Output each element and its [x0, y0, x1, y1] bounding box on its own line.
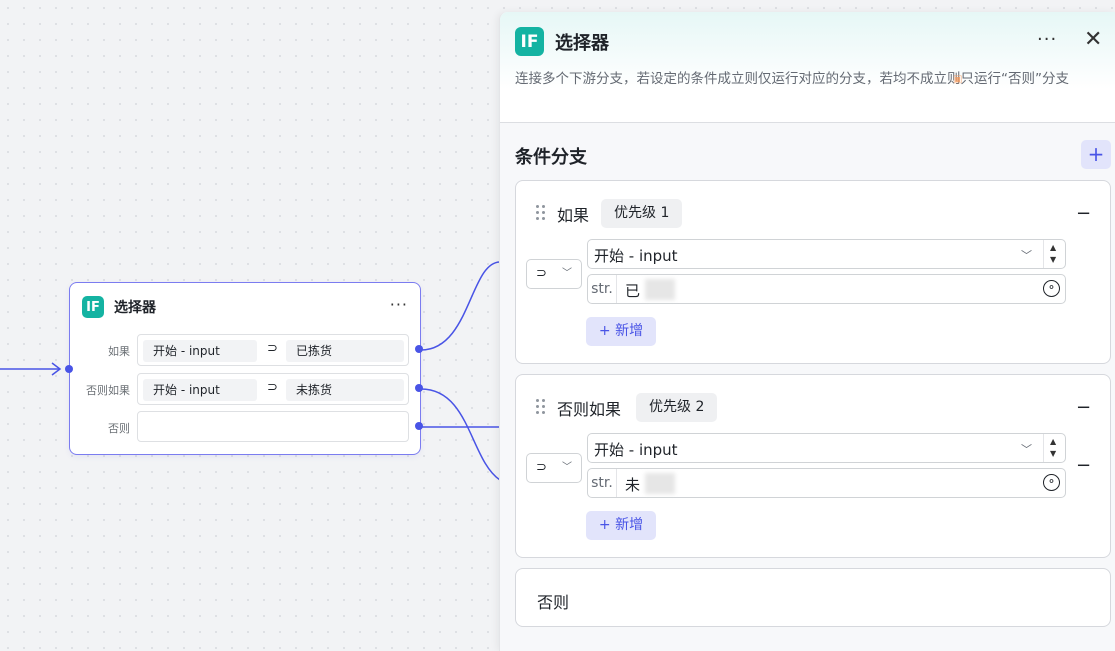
variable-select[interactable]: 开始 - input ﹀ ▲ ▼: [587, 239, 1066, 269]
branch-card-elseif: 否则如果 优先级 2 − − ⊃ ﹀ 开始 - input ﹀ ▲ ▼ str. …: [515, 374, 1111, 558]
node-row-elseif: 否则如果 开始 - input ⊃ 未拣货: [70, 373, 422, 405]
branch-label: 如果: [557, 206, 590, 225]
chevron-down-icon: ﹀: [1021, 249, 1032, 262]
priority-badge: 优先级 2: [636, 393, 718, 422]
contains-operator: ⊃: [267, 380, 278, 395]
priority-badge: 优先级 1: [601, 199, 683, 228]
remove-branch-icon[interactable]: −: [1076, 205, 1091, 223]
if-icon: IF: [82, 296, 104, 318]
variable-value: 开始 - input: [594, 441, 678, 459]
node-row-if: 如果 开始 - input ⊃ 已拣货: [70, 334, 422, 366]
type-tag: str.: [588, 275, 617, 303]
row-label: 否则如果: [86, 384, 130, 397]
panel-header: IF 选择器 ··· ✕ 连接多个下游分支，若设定的条件成立则仅运行对应的分支，…: [500, 12, 1115, 123]
condition-box[interactable]: 开始 - input ⊃ 未拣货: [137, 373, 409, 405]
output-port-if[interactable]: [415, 345, 423, 353]
close-icon[interactable]: ✕: [1084, 28, 1102, 52]
condition-box[interactable]: 开始 - input ⊃ 已拣货: [137, 334, 409, 366]
panel-title: 选择器: [555, 33, 609, 54]
operator-select[interactable]: ⊃ ﹀: [526, 453, 582, 483]
edge-if: [420, 261, 501, 351]
selector-config-panel: IF 选择器 ··· ✕ 连接多个下游分支，若设定的条件成立则仅运行对应的分支，…: [499, 12, 1115, 651]
contains-operator: ⊃: [267, 341, 278, 356]
input-port[interactable]: [65, 365, 73, 373]
variable-value: 开始 - input: [594, 247, 678, 265]
add-branch-button[interactable]: +: [1081, 140, 1111, 169]
value-input[interactable]: str. 已 ⚬: [587, 274, 1066, 304]
variable-icon[interactable]: ⚬: [1043, 280, 1060, 297]
more-icon[interactable]: ···: [1037, 31, 1057, 49]
variable-select[interactable]: 开始 - input ﹀ ▲ ▼: [587, 433, 1066, 463]
watermark-icon: ▣: [953, 74, 963, 85]
chevron-down-icon: ﹀: [1021, 443, 1032, 456]
add-condition-button[interactable]: + 新增: [586, 317, 656, 346]
chevron-down-icon: ﹀: [562, 268, 572, 279]
add-condition-button[interactable]: + 新增: [586, 511, 656, 540]
variable-icon[interactable]: ⚬: [1043, 474, 1060, 491]
panel-description: 连接多个下游分支，若设定的条件成立则仅运行对应的分支，若均不成立则只运行“否则”…: [515, 71, 1069, 87]
row-label: 如果: [108, 345, 130, 358]
selector-node[interactable]: IF 选择器 ··· 如果 开始 - input ⊃ 已拣货 否则如果 开始 -…: [65, 282, 423, 455]
condition-variable: 开始 - input: [143, 379, 257, 401]
else-label: 否则: [537, 593, 570, 612]
chevron-down-icon: ﹀: [562, 462, 572, 473]
value-text: 未: [625, 476, 641, 494]
row-label: 否则: [108, 422, 130, 435]
node-title: 选择器: [114, 300, 156, 316]
stepper-icon[interactable]: ▲ ▼: [1043, 240, 1066, 268]
else-box[interactable]: [137, 411, 409, 442]
contains-operator: ⊃: [536, 460, 547, 475]
condition-value: 未拣货: [286, 379, 404, 401]
node-row-else: 否则: [70, 411, 422, 443]
condition-value: 已拣货: [286, 340, 404, 362]
drag-handle-icon[interactable]: [536, 399, 546, 415]
value-input[interactable]: str. 未 ⚬: [587, 468, 1066, 498]
type-tag: str.: [588, 469, 617, 497]
if-icon: IF: [515, 27, 544, 56]
branch-card-if: 如果 优先级 1 − ⊃ ﹀ 开始 - input ﹀ ▲ ▼ str. 已 ⚬ …: [515, 180, 1111, 364]
output-port-elseif[interactable]: [415, 384, 423, 392]
output-port-else[interactable]: [415, 422, 423, 430]
stepper-icon[interactable]: ▲ ▼: [1043, 434, 1066, 462]
branch-label: 否则如果: [557, 400, 622, 419]
operator-select[interactable]: ⊃ ﹀: [526, 259, 582, 289]
value-text: 已: [625, 282, 641, 300]
contains-operator: ⊃: [536, 266, 547, 281]
node-more-icon[interactable]: ···: [390, 297, 408, 313]
branch-card-else: 否则: [515, 568, 1111, 627]
remove-condition-icon[interactable]: −: [1076, 457, 1091, 475]
blurred-text: [645, 473, 675, 494]
remove-branch-icon[interactable]: −: [1076, 399, 1091, 417]
drag-handle-icon[interactable]: [536, 205, 546, 221]
blurred-text: [645, 279, 675, 300]
section-title: 条件分支: [515, 147, 587, 168]
condition-variable: 开始 - input: [143, 340, 257, 362]
edge-elseif: [420, 388, 501, 481]
